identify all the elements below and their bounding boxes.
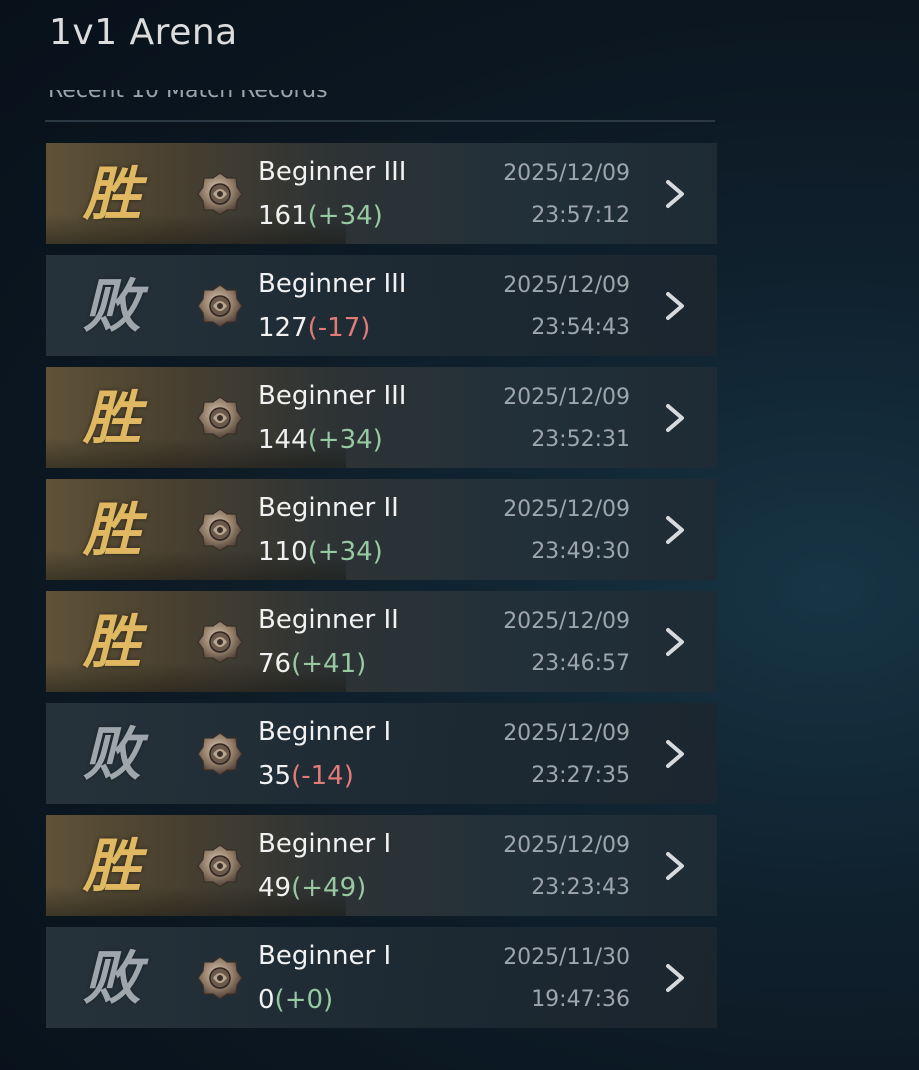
score-delta: (+41) xyxy=(291,649,367,679)
score-delta: (+49) xyxy=(291,873,367,903)
score-delta: (-14) xyxy=(291,761,354,791)
score-line: 35(-14) xyxy=(258,761,354,791)
rank-name: Beginner I xyxy=(258,829,392,859)
chevron-right-icon[interactable] xyxy=(663,963,687,993)
score-delta: (+34) xyxy=(307,201,383,231)
rank-emblem-icon xyxy=(196,393,244,443)
loss-result-glyph: 败 xyxy=(82,720,141,788)
match-row[interactable]: 胜 Beginner III 161(+34) 2025/12/09 23:57… xyxy=(46,143,717,244)
match-date: 2025/12/09 xyxy=(503,609,630,634)
match-row[interactable]: 败 Beginner III 127(-17) 2025/12/09 23:54… xyxy=(46,255,717,356)
match-date: 2025/12/09 xyxy=(503,385,630,410)
match-date: 2025/12/09 xyxy=(503,161,630,186)
chevron-right-icon[interactable] xyxy=(663,515,687,545)
rank-score: 144 xyxy=(258,425,308,455)
match-time: 23:27:35 xyxy=(531,763,630,788)
rank-emblem-icon xyxy=(196,505,244,555)
win-result-glyph: 胜 xyxy=(82,608,141,676)
loss-result-glyph: 败 xyxy=(82,944,141,1012)
rank-name: Beginner I xyxy=(258,717,392,747)
rank-emblem-icon xyxy=(196,169,244,219)
rank-score: 49 xyxy=(258,873,292,903)
match-time: 23:23:43 xyxy=(531,875,630,900)
chevron-right-icon[interactable] xyxy=(663,179,687,209)
match-date: 2025/12/09 xyxy=(503,721,630,746)
score-line: 144(+34) xyxy=(258,425,383,455)
page-title: 1v1 Arena xyxy=(49,12,238,53)
rank-name: Beginner II xyxy=(258,493,399,523)
chevron-right-icon[interactable] xyxy=(663,851,687,881)
rank-score: 161 xyxy=(258,201,308,231)
score-line: 161(+34) xyxy=(258,201,383,231)
rank-emblem-icon xyxy=(196,281,244,331)
rank-name: Beginner III xyxy=(258,269,407,299)
rank-score: 76 xyxy=(258,649,292,679)
section-title: Recent 10 Match Records xyxy=(48,90,328,103)
match-time: 23:54:43 xyxy=(531,315,630,340)
score-line: 127(-17) xyxy=(258,313,370,343)
win-result-glyph: 胜 xyxy=(82,384,141,452)
match-time: 23:49:30 xyxy=(531,539,630,564)
match-list: 胜 Beginner III 161(+34) 2025/12/09 23:57… xyxy=(46,143,717,1039)
rank-score: 35 xyxy=(258,761,292,791)
score-line: 0(+0) xyxy=(258,985,333,1015)
rank-name: Beginner II xyxy=(258,605,399,635)
score-line: 76(+41) xyxy=(258,649,366,679)
match-date: 2025/12/09 xyxy=(503,273,630,298)
rank-score: 0 xyxy=(258,985,275,1015)
match-row[interactable]: 败 Beginner I 35(-14) 2025/12/09 23:27:35 xyxy=(46,703,717,804)
score-line: 110(+34) xyxy=(258,537,383,567)
score-line: 49(+49) xyxy=(258,873,366,903)
match-row[interactable]: 胜 Beginner I 49(+49) 2025/12/09 23:23:43 xyxy=(46,815,717,916)
score-delta: (-17) xyxy=(307,313,371,343)
match-row[interactable]: 败 Beginner I 0(+0) 2025/11/30 19:47:36 xyxy=(46,927,717,1028)
rank-emblem-icon xyxy=(196,841,244,891)
win-result-glyph: 胜 xyxy=(82,832,141,900)
match-time: 23:46:57 xyxy=(531,651,630,676)
rank-emblem-icon xyxy=(196,729,244,779)
score-delta: (+34) xyxy=(307,537,383,567)
win-result-glyph: 胜 xyxy=(82,496,141,564)
section-divider xyxy=(45,120,715,122)
match-time: 23:52:31 xyxy=(531,427,630,452)
loss-result-glyph: 败 xyxy=(82,272,141,340)
rank-name: Beginner III xyxy=(258,157,407,187)
rank-score: 110 xyxy=(258,537,308,567)
win-result-glyph: 胜 xyxy=(82,160,141,228)
chevron-right-icon[interactable] xyxy=(663,291,687,321)
match-row[interactable]: 胜 Beginner III 144(+34) 2025/12/09 23:52… xyxy=(46,367,717,468)
rank-name: Beginner I xyxy=(258,941,392,971)
rank-emblem-icon xyxy=(196,617,244,667)
match-date: 2025/12/09 xyxy=(503,833,630,858)
rank-emblem-icon xyxy=(196,953,244,1003)
match-date: 2025/12/09 xyxy=(503,497,630,522)
score-delta: (+0) xyxy=(274,985,334,1015)
match-row[interactable]: 胜 Beginner II 110(+34) 2025/12/09 23:49:… xyxy=(46,479,717,580)
match-time: 19:47:36 xyxy=(531,987,630,1012)
rank-score: 127 xyxy=(258,313,308,343)
match-row[interactable]: 胜 Beginner II 76(+41) 2025/12/09 23:46:5… xyxy=(46,591,717,692)
rank-name: Beginner III xyxy=(258,381,407,411)
chevron-right-icon[interactable] xyxy=(663,627,687,657)
score-delta: (+34) xyxy=(307,425,383,455)
chevron-right-icon[interactable] xyxy=(663,739,687,769)
match-time: 23:57:12 xyxy=(531,203,630,228)
match-date: 2025/11/30 xyxy=(503,945,630,970)
chevron-right-icon[interactable] xyxy=(663,403,687,433)
